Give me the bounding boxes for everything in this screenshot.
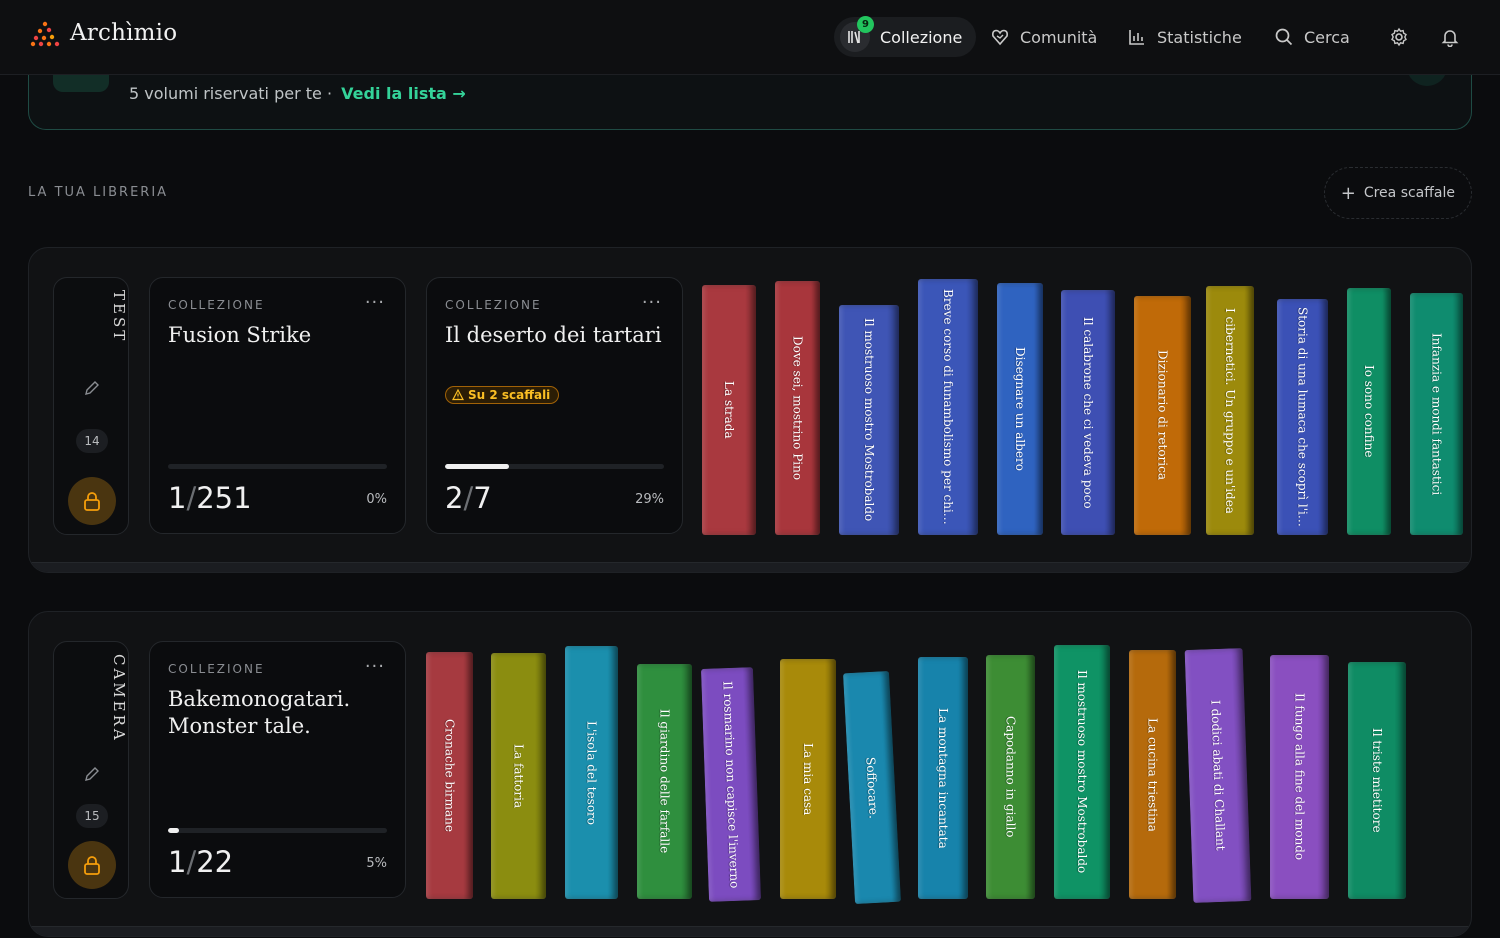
book-title: La mia casa (801, 742, 815, 816)
shelf-plank (29, 562, 1471, 572)
book-spine[interactable]: Il rosmarino non capisce l'inverno (700, 667, 762, 902)
library-section-label: LA TUA LIBRERIA (28, 185, 169, 200)
book-title: Il rosmarino non capisce l'inverno (720, 680, 742, 889)
book-spine[interactable]: Il triste mietitore (1348, 662, 1406, 899)
book-title: L'isola del tesoro (584, 720, 599, 825)
shelf-test: TEST 14 COLLEZIONE ··· Fusion Strike 1/2… (28, 247, 1472, 573)
book-spine[interactable]: Il giardino delle farfalle (637, 664, 692, 899)
plus-icon: + (1340, 182, 1356, 204)
book-title: Storia di una lumaca che scoprì l'im… (1295, 307, 1310, 527)
shelf-camera: CAMERA 15 COLLEZIONE ··· Bakemonogatari.… (28, 611, 1472, 937)
book-spine[interactable]: Il mostruoso mostro Mostrobaldo (1054, 645, 1110, 899)
create-shelf-button[interactable]: + Crea scaffale (1323, 167, 1472, 219)
book-spine[interactable]: Il mostruoso mostro Mostrobaldo (839, 305, 899, 535)
book-spines: Cronache birmane La fattoria L'isola del t… (29, 612, 1471, 936)
book-title: I cibernetici. Un gruppo e un'idea (1223, 307, 1237, 514)
book-spine[interactable]: La montagna incantata (918, 657, 968, 899)
gear-icon (1391, 27, 1407, 47)
book-spine[interactable]: La strada (702, 285, 756, 535)
book-spine[interactable]: Il calabrone che ci vedeva poco (1061, 290, 1115, 535)
nav-search[interactable]: Cerca (1274, 17, 1350, 57)
notifications-button[interactable] (1438, 25, 1462, 49)
book-title: Dizionario di retorica (1155, 350, 1170, 481)
book-title: Il fungo alla fine del mondo (1292, 693, 1307, 861)
shelf-plank (29, 926, 1471, 936)
book-title: Il giardino delle farfalle (657, 709, 672, 854)
nav-collection-label: Collezione (880, 27, 963, 47)
book-spine[interactable]: Soffocare. (842, 670, 902, 905)
book-title: La cucina triestina (1145, 717, 1160, 832)
book-title: Il mostruoso mostro Mostrobaldo (1075, 670, 1089, 874)
app-name: Archìmio (70, 20, 178, 46)
book-spine[interactable]: Storia di una lumaca che scoprì l'im… (1277, 299, 1328, 535)
top-navbar: Archìmio 9 Collezione Comunità Statistic… (0, 0, 1500, 75)
bell-icon (1441, 30, 1459, 47)
logo-icon (30, 21, 60, 47)
book-title: Il mostruoso mostro Mostrobaldo (862, 318, 876, 522)
book-spine[interactable]: Il fungo alla fine del mondo (1270, 655, 1329, 899)
book-title: Dove sei, mostrino Pino (790, 335, 805, 481)
book-spine[interactable]: La mia casa (780, 659, 836, 899)
book-spine[interactable]: La cucina triestina (1129, 650, 1176, 899)
nav-search-label: Cerca (1304, 27, 1350, 47)
book-title: Cronache birmane (442, 718, 457, 832)
chart-bar-icon (1129, 30, 1144, 45)
collection-badge: 9 (857, 16, 874, 33)
see-list-link[interactable]: Vedi la lista → (341, 84, 466, 103)
book-spine[interactable]: I dodici abati di Challant (1184, 648, 1252, 903)
book-spine[interactable]: Infanzia e mondi fantastici (1410, 293, 1463, 535)
book-title: La montagna incantata (936, 707, 950, 849)
book-spine[interactable]: I cibernetici. Un gruppo e un'idea (1206, 286, 1254, 535)
search-icon (1275, 28, 1293, 46)
book-title: La fattoria (511, 743, 526, 809)
library-icon: 9 (840, 16, 874, 52)
book-title: La strada (722, 381, 736, 439)
book-spines: La strada Dove sei, mostrino Pino Il mostr… (29, 248, 1471, 572)
book-title: Breve corso di funambolismo per chi… (941, 289, 955, 525)
book-spine[interactable]: L'isola del tesoro (565, 646, 618, 899)
community-icon (992, 29, 1008, 46)
book-title: Io sono confine (1362, 365, 1376, 458)
book-spine[interactable]: Cronache birmane (426, 652, 473, 899)
nav-community[interactable]: Comunità (990, 17, 1097, 57)
book-spine[interactable]: Dove sei, mostrino Pino (775, 281, 820, 535)
book-spine[interactable]: La fattoria (491, 653, 546, 899)
book-spine[interactable]: Breve corso di funambolismo per chi… (918, 279, 978, 535)
create-shelf-label: Crea scaffale (1363, 185, 1455, 201)
book-title: Infanzia e mondi fantastici (1429, 332, 1444, 496)
nav-community-label: Comunità (1020, 27, 1098, 47)
book-title: Soffocare. (863, 756, 881, 819)
nav-collection[interactable]: 9 Collezione (834, 16, 977, 57)
book-spine[interactable]: Capodanno in giallo (986, 655, 1035, 899)
nav-stats[interactable]: Statistiche (1127, 17, 1242, 57)
book-title: Il calabrone che ci vedeva poco (1081, 316, 1095, 509)
book-title: Capodanno in giallo (1003, 716, 1018, 838)
book-spine[interactable]: Io sono confine (1347, 288, 1391, 535)
reserved-count-text: 5 volumi riservati per te (129, 84, 322, 103)
nav-stats-label: Statistiche (1157, 27, 1242, 47)
reserved-separator: · (326, 84, 333, 103)
reserved-text: 5 volumi riservati per te · Vedi la list… (129, 84, 466, 103)
book-title: I dodici abati di Challant (1208, 699, 1228, 851)
brand[interactable]: Archìmio (30, 18, 177, 48)
settings-button[interactable] (1387, 25, 1411, 49)
book-spine[interactable]: Disegnare un albero (997, 283, 1043, 535)
book-spine[interactable]: Dizionario di retorica (1134, 296, 1191, 535)
book-title: Il triste mietitore (1370, 728, 1384, 833)
book-title: Disegnare un albero (1013, 347, 1027, 471)
